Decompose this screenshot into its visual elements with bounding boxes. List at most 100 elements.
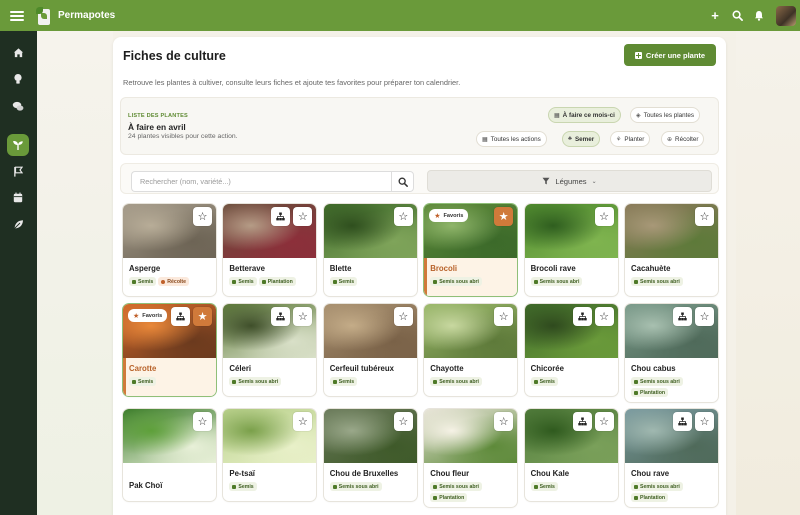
search-button[interactable] xyxy=(391,171,414,192)
plant-card[interactable]: ☆ Cacahuète Semis sous abri xyxy=(625,204,718,296)
plant-name: Pak Choï xyxy=(129,481,163,490)
favorite-star-button[interactable]: ☆ xyxy=(193,412,212,431)
associations-button[interactable] xyxy=(171,307,190,326)
plant-card-body: Carotte Semis xyxy=(123,358,216,396)
tag-icon xyxy=(433,495,438,500)
calendar-icon: ▦ xyxy=(554,112,560,119)
plant-card[interactable]: ★ Favoris ★ Brocoli Semis sous abri xyxy=(424,204,518,296)
favorite-star-button[interactable]: ☆ xyxy=(193,207,212,226)
tag-icon xyxy=(232,484,237,489)
associations-button[interactable] xyxy=(271,307,291,326)
action-chip-label: Planter xyxy=(624,135,645,143)
tag-icon xyxy=(332,484,337,489)
associations-button[interactable] xyxy=(572,412,592,431)
tag-label: Semis sous abri xyxy=(439,278,479,285)
tag-list: Semis xyxy=(129,377,210,386)
plant-card[interactable]: ☆ Chou rave Semis sous abri Plantation xyxy=(625,409,718,507)
plant-card[interactable]: ☆ Chayotte Semis sous abri xyxy=(424,304,518,396)
plant-card-body: Chou cabus Semis sous abri Plantation xyxy=(625,358,718,402)
plant-card[interactable]: ☆ Asperge Semis Récolte xyxy=(123,204,216,296)
avatar[interactable] xyxy=(776,5,796,26)
scope-chip-this-month[interactable]: ▦ À faire ce mois-ci xyxy=(548,107,621,123)
action-tag: Semis sous abri xyxy=(430,277,482,286)
favorite-star-button[interactable]: ☆ xyxy=(293,307,313,326)
tag-icon xyxy=(433,484,438,489)
page-subtitle: Retrouve les plantes à cultiver, consult… xyxy=(123,78,461,87)
bell-icon[interactable] xyxy=(748,5,770,27)
action-tag: Semis xyxy=(129,277,157,286)
sidebar-item-ideas[interactable] xyxy=(7,68,29,90)
plant-card-body: Chou fleur Semis sous abri Plantation xyxy=(424,463,517,507)
favorite-star-button[interactable]: ☆ xyxy=(494,307,514,326)
search-icon[interactable] xyxy=(726,5,748,27)
tag-label: Semis xyxy=(238,483,254,490)
plus-icon[interactable]: + xyxy=(704,5,726,27)
plant-name: Céleri xyxy=(229,364,252,373)
sidebar-item-messages[interactable] xyxy=(7,95,29,117)
plant-name: Brocoli rave xyxy=(530,264,576,273)
favorite-star-button[interactable]: ☆ xyxy=(393,307,413,326)
sidebar-item-tasks[interactable] xyxy=(7,160,29,182)
plant-photo: ☆ xyxy=(323,204,417,258)
action-chip-recolter[interactable]: ⊕ Récolter xyxy=(661,131,705,147)
sidebar-item-calendar[interactable] xyxy=(7,186,29,208)
favorite-star-button[interactable]: ☆ xyxy=(293,412,313,431)
plant-card[interactable]: ☆ Chicorée Semis xyxy=(524,304,618,396)
plant-card[interactable]: ☆ Brocoli rave Semis sous abri xyxy=(524,204,618,296)
favorite-star-button[interactable]: ★ xyxy=(193,307,212,326)
tag-icon xyxy=(332,379,337,384)
filter-panel: LISTE DES PLANTES À faire en avril 24 pl… xyxy=(120,97,719,155)
favorite-star-button[interactable]: ☆ xyxy=(293,207,313,226)
plant-card[interactable]: ☆ Pe-tsaï Semis xyxy=(223,409,317,501)
tag-label: Récolte xyxy=(167,278,187,285)
plant-card[interactable]: ☆ Blette Semis xyxy=(323,204,417,296)
scope-chip-all-plants[interactable]: ◈ Toutes les plantes xyxy=(630,107,701,123)
plant-card[interactable]: ☆ Céleri Semis sous abri xyxy=(223,304,317,396)
plant-card[interactable]: ☆ Betterave Semis Plantation xyxy=(223,204,317,296)
associations-button[interactable] xyxy=(572,307,592,326)
tag-icon xyxy=(232,279,237,284)
plant-card[interactable]: ★ Favoris ★ Carotte Semis xyxy=(123,304,216,396)
main-panel: Fiches de culture Créer une plante Retro… xyxy=(113,37,726,515)
sidebar-item-home[interactable] xyxy=(7,41,29,63)
plant-photo: ☆ xyxy=(424,409,518,463)
action-chip-semer[interactable]: ♣ Semer xyxy=(562,131,601,147)
favorite-star-button[interactable]: ☆ xyxy=(695,412,714,431)
favorite-star-button[interactable]: ☆ xyxy=(494,412,514,431)
hamburger-icon[interactable] xyxy=(10,10,24,21)
favorite-star-button[interactable]: ☆ xyxy=(594,207,614,226)
list-count: 24 plantes visibles pour cette action. xyxy=(128,133,238,140)
favorite-star-button[interactable]: ☆ xyxy=(594,307,614,326)
plant-card[interactable]: ☆ Chou fleur Semis sous abri Plantation xyxy=(424,409,518,507)
favorite-star-button[interactable]: ☆ xyxy=(594,412,614,431)
action-chip-all[interactable]: ▦ Toutes les actions xyxy=(476,131,547,147)
favorite-star-button[interactable]: ☆ xyxy=(695,207,714,226)
favorite-star-button[interactable]: ☆ xyxy=(393,207,413,226)
plant-card[interactable]: ☆ Cerfeuil tubéreux Semis xyxy=(323,304,417,396)
plant-name: Pe-tsaï xyxy=(229,469,255,478)
plant-photo: ☆ xyxy=(524,304,618,358)
tag-icon xyxy=(433,279,438,284)
sidebar-item-plants[interactable] xyxy=(7,134,29,156)
tag-icon xyxy=(132,279,136,284)
favorite-star-button[interactable]: ★ xyxy=(494,207,514,226)
favorite-star-button[interactable]: ☆ xyxy=(695,307,714,326)
plant-card[interactable]: ☆ Pak Choï xyxy=(123,409,216,501)
action-chip-planter[interactable]: ⚘ Planter xyxy=(610,131,651,147)
sidebar-item-garden[interactable] xyxy=(7,213,29,235)
plant-card[interactable]: ☆ Chou de Bruxelles Semis sous abri xyxy=(323,409,417,501)
plant-card[interactable]: ☆ Chou cabus Semis sous abri Plantation xyxy=(625,304,718,402)
tag-label: Plantation xyxy=(439,494,465,501)
plant-card[interactable]: ☆ Chou Kale Semis xyxy=(524,409,618,501)
leaf-icon xyxy=(13,219,23,229)
plant-name: Blette xyxy=(329,264,352,273)
plant-photo: ★ Favoris ★ xyxy=(424,204,518,258)
category-select[interactable]: Légumes ⌄ xyxy=(427,170,712,192)
create-plant-button[interactable]: Créer une plante xyxy=(624,44,716,66)
search-input[interactable] xyxy=(131,171,391,192)
favorite-star-button[interactable]: ☆ xyxy=(393,412,413,431)
associations-button[interactable] xyxy=(271,207,291,226)
plant-photo: ☆ xyxy=(223,304,317,358)
associations-button[interactable] xyxy=(673,412,692,431)
associations-button[interactable] xyxy=(673,307,692,326)
